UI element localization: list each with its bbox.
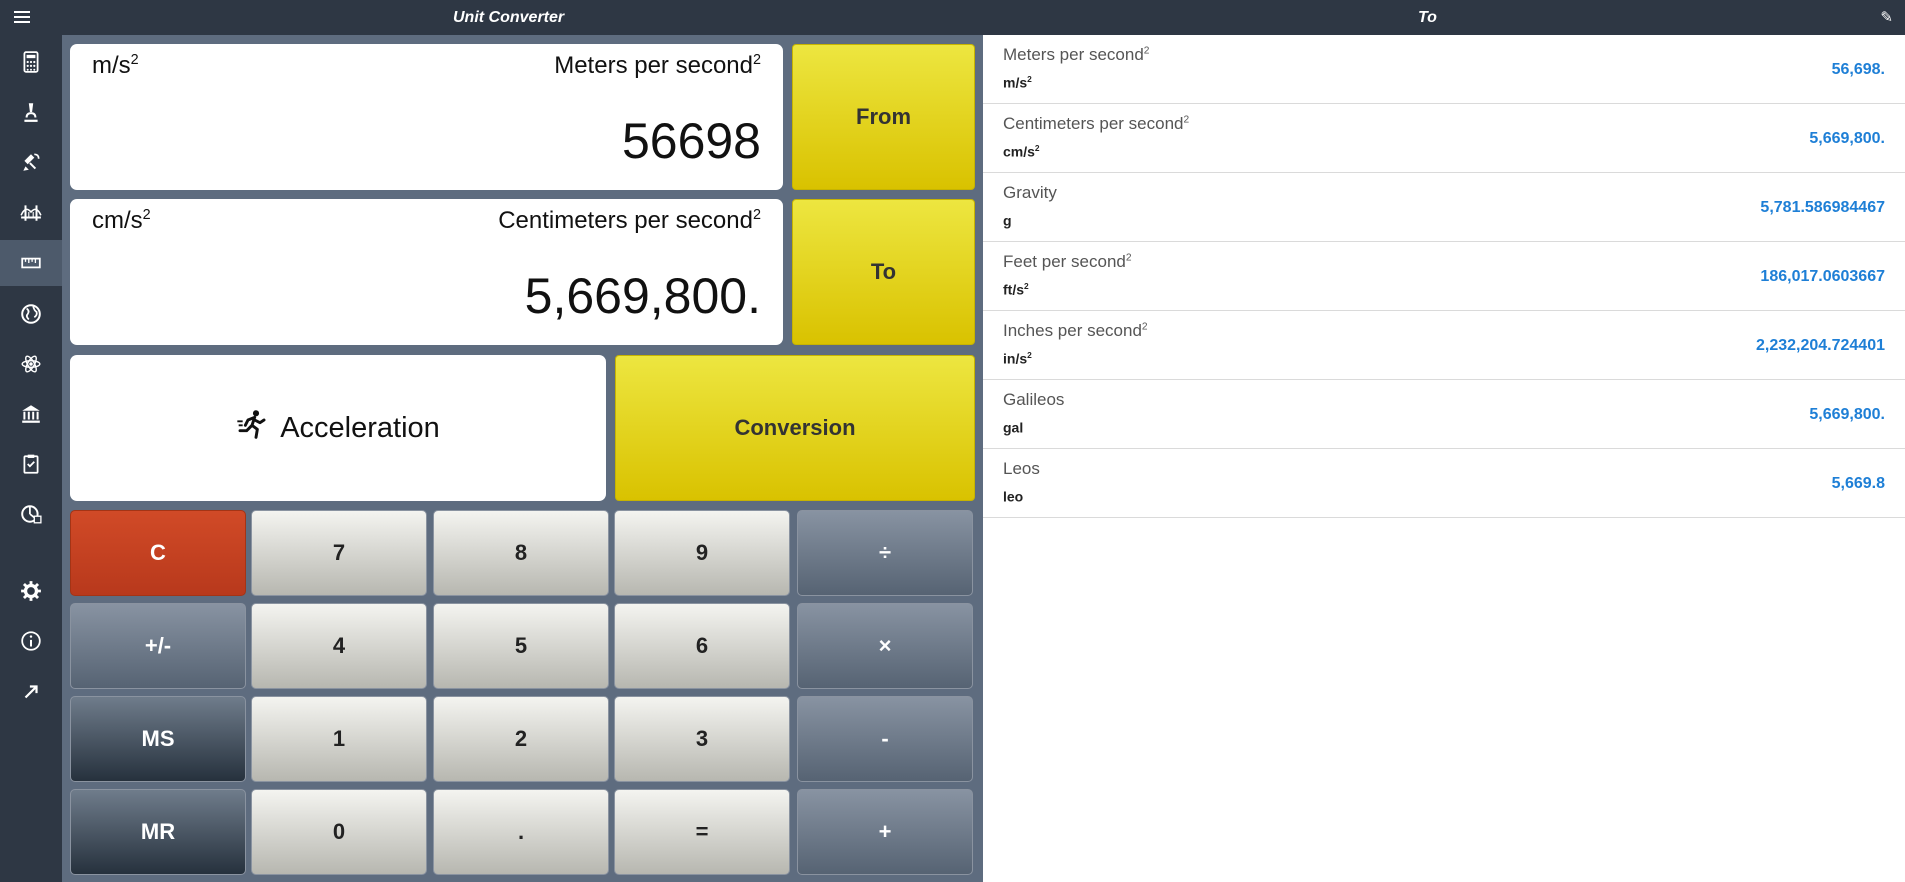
from-unit-name: Meters per second2	[554, 52, 761, 79]
result-abbr-sup: 2	[1027, 74, 1032, 84]
result-value: 56,698.	[1831, 61, 1885, 78]
result-row-gravity[interactable]: Gravity g 5,781.586984467	[983, 173, 1905, 242]
result-row-inches-per-second2[interactable]: Inches per second2 in/s2 2,232,204.72440…	[983, 311, 1905, 380]
globe-icon[interactable]	[0, 291, 62, 337]
clipboard-icon[interactable]	[0, 441, 62, 487]
result-abbr: g	[1003, 212, 1012, 229]
key-7[interactable]: 7	[251, 510, 427, 596]
result-abbr: cm/s	[1003, 143, 1035, 160]
category-button[interactable]: Acceleration	[70, 355, 606, 501]
from-button[interactable]: From	[792, 44, 975, 190]
result-value: 5,669,800.	[1809, 130, 1885, 147]
pen-icon[interactable]: ✎	[1880, 8, 1893, 26]
atom-icon[interactable]	[0, 341, 62, 387]
result-row-feet-per-second2[interactable]: Feet per second2 ft/s2 186,017.0603667	[983, 242, 1905, 311]
chart-icon[interactable]	[0, 491, 62, 537]
result-name: Feet per second	[1003, 252, 1126, 271]
result-abbr-sup: 2	[1027, 350, 1032, 360]
key-6[interactable]: 6	[614, 603, 790, 689]
ruler-icon[interactable]	[0, 240, 62, 286]
result-row-centimeters-per-second2[interactable]: Centimeters per second2 cm/s2 5,669,800.	[983, 104, 1905, 173]
microscope-icon[interactable]	[0, 89, 62, 135]
result-name: Gravity	[1003, 183, 1057, 202]
result-row-leos[interactable]: Leos leo 5,669.8	[983, 449, 1905, 518]
result-value: 5,781.586984467	[1760, 199, 1885, 216]
key-5[interactable]: 5	[433, 603, 609, 689]
results-title: To	[1418, 9, 1437, 26]
result-name-sup: 2	[1125, 252, 1132, 264]
converter-panel: m/s2 Meters per second2 56698 From cm/s2…	[62, 35, 983, 882]
result-value: 186,017.0603667	[1760, 268, 1885, 285]
memory-recall-button[interactable]: MR	[70, 789, 246, 875]
result-abbr: gal	[1003, 419, 1024, 436]
result-row-galileos[interactable]: Galileos gal 5,669,800.	[983, 380, 1905, 449]
sidebar	[0, 35, 62, 882]
bank-icon[interactable]	[0, 391, 62, 437]
key-4[interactable]: 4	[251, 603, 427, 689]
result-name-sup: 2	[1143, 45, 1150, 57]
from-unit-abbr: m/s2	[92, 52, 139, 79]
memory-store-button[interactable]: MS	[70, 696, 246, 782]
result-name: Inches per second	[1003, 321, 1142, 340]
satellite-icon[interactable]	[0, 139, 62, 185]
result-abbr-sup: 2	[1034, 143, 1040, 153]
result-value: 5,669,800.	[1809, 406, 1885, 423]
result-abbr: m/s	[1003, 74, 1028, 91]
gear-icon[interactable]	[0, 568, 62, 614]
calculator-icon[interactable]	[0, 39, 62, 85]
info-icon[interactable]	[0, 618, 62, 664]
to-unit-abbr: cm/s2	[92, 207, 151, 234]
key-0[interactable]: 0	[251, 789, 427, 875]
result-abbr-sup: 2	[1024, 281, 1029, 291]
app-title: Unit Converter	[453, 9, 565, 26]
key-9[interactable]: 9	[614, 510, 790, 596]
key-1[interactable]: 1	[251, 696, 427, 782]
result-value: 2,232,204.724401	[1755, 337, 1885, 354]
result-abbr: in/s	[1003, 350, 1028, 367]
runner-icon	[236, 408, 268, 448]
divide-button[interactable]: ÷	[797, 510, 973, 596]
to-unit-name: Centimeters per second2	[498, 207, 761, 234]
result-abbr: ft/s	[1003, 281, 1024, 298]
minus-button[interactable]: -	[797, 696, 973, 782]
from-value: 56698	[621, 113, 761, 169]
clear-button[interactable]: C	[70, 510, 246, 596]
equals-button[interactable]: =	[614, 789, 790, 875]
bridge-icon[interactable]	[0, 189, 62, 235]
result-value: 5,669.8	[1831, 475, 1885, 492]
to-button[interactable]: To	[792, 199, 975, 345]
result-name-sup: 2	[1183, 114, 1190, 126]
result-name: Centimeters per second	[1003, 114, 1184, 133]
hamburger-menu-icon[interactable]	[8, 6, 36, 28]
to-unit-card[interactable]: cm/s2 Centimeters per second2 5,669,800.	[70, 199, 783, 345]
negate-button[interactable]: +/-	[70, 603, 246, 689]
key-3[interactable]: 3	[614, 696, 790, 782]
arrow-icon[interactable]	[0, 669, 62, 715]
results-list: Meters per second2 m/s2 56,698. Centimet…	[983, 35, 1905, 882]
key-2[interactable]: 2	[433, 696, 609, 782]
result-name: Leos	[1003, 459, 1040, 478]
result-name: Galileos	[1003, 390, 1065, 409]
to-value: 5,669,800.	[524, 268, 761, 324]
key-8[interactable]: 8	[433, 510, 609, 596]
conversion-button[interactable]: Conversion	[615, 355, 975, 501]
result-row-meters-per-second2[interactable]: Meters per second2 m/s2 56,698.	[983, 35, 1905, 104]
plus-button[interactable]: +	[797, 789, 973, 875]
result-name-sup: 2	[1141, 321, 1148, 333]
result-name: Meters per second	[1003, 45, 1144, 64]
from-unit-card[interactable]: m/s2 Meters per second2 56698	[70, 44, 783, 190]
title-bar: Unit Converter To ✎	[0, 0, 1905, 35]
category-label: Acceleration	[280, 411, 440, 444]
decimal-button[interactable]: .	[433, 789, 609, 875]
result-abbr: leo	[1003, 488, 1024, 505]
multiply-button[interactable]: ×	[797, 603, 973, 689]
